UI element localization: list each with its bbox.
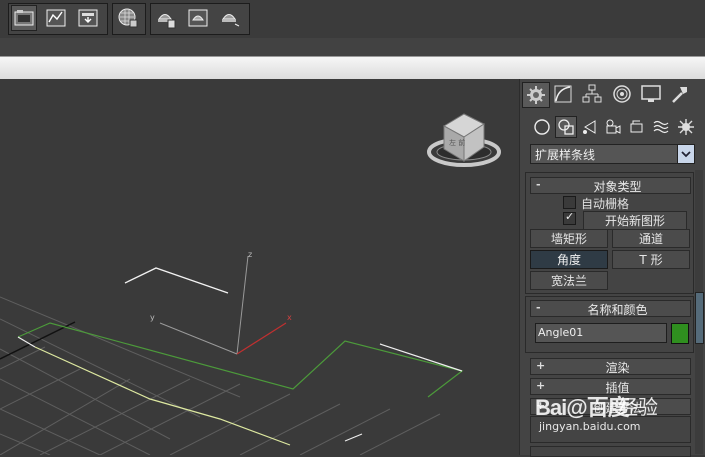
rollout-title: 对象类型 — [593, 180, 642, 194]
lights-icon[interactable] — [580, 117, 600, 137]
axis-y-label: y — [150, 313, 155, 322]
cameras-icon[interactable] — [603, 117, 623, 137]
start-new-shape-checkbox[interactable]: ✓ — [563, 210, 576, 225]
modify-icon[interactable] — [550, 82, 576, 106]
render-production-icon[interactable] — [154, 6, 178, 30]
render-toolbar-group-1 — [8, 3, 108, 35]
category-dropdown[interactable]: 扩展样条线 — [530, 144, 695, 164]
home-grid — [0, 296, 441, 455]
wide-flange-button[interactable]: 宽法兰 — [530, 271, 608, 290]
rendered-frame-window-icon[interactable] — [44, 6, 68, 30]
rollout-expand-sign: + — [536, 359, 546, 372]
motion-icon[interactable] — [609, 82, 635, 106]
scrollbar-thumb[interactable] — [695, 292, 704, 344]
perspective-viewport[interactable]: z x y 左 前 — [0, 79, 519, 455]
start-new-shape-button[interactable]: 开始新图形 — [583, 211, 687, 230]
keyboard-entry-panel — [530, 446, 691, 457]
status-strip — [0, 56, 705, 80]
space-warps-icon[interactable] — [651, 117, 671, 137]
systems-icon[interactable] — [676, 117, 696, 137]
render-to-texture-icon[interactable] — [76, 6, 100, 30]
axis-z-label: z — [248, 250, 252, 259]
channel-button[interactable]: 通道 — [612, 229, 690, 248]
material-editor-icon[interactable] — [116, 6, 140, 30]
shapes-icon[interactable] — [555, 116, 577, 138]
watermark-brand: Bai@百度 — [535, 395, 630, 420]
autogrid-checkbox[interactable] — [563, 196, 576, 209]
display-icon[interactable] — [638, 82, 664, 106]
chevron-down-icon[interactable] — [677, 145, 694, 163]
autogrid-label: 自动栅格 — [581, 197, 630, 211]
viewcube[interactable]: 左 前 — [427, 113, 501, 167]
rollout-title: 渲染 — [605, 361, 630, 375]
category-dropdown-value: 扩展样条线 — [535, 148, 596, 162]
viewcube-face-label: 左 前 — [449, 138, 465, 147]
angle-shape-segment-lower — [34, 346, 291, 446]
rollout-collapse-sign: - — [536, 178, 541, 191]
rollout-collapse-sign: - — [536, 301, 541, 314]
watermark-exp: 经验 — [618, 395, 658, 419]
render-toolbar-group-2 — [112, 3, 146, 35]
object-name-input[interactable]: Angle01 — [535, 323, 667, 343]
main-toolbar — [0, 0, 705, 39]
create-icon[interactable] — [522, 82, 550, 108]
angle-shape-segment-right — [379, 343, 463, 372]
object-color-swatch[interactable] — [671, 323, 689, 344]
name-color-rollout-header[interactable]: - 名称和颜色 — [530, 300, 691, 317]
grid-axis-line — [0, 321, 76, 360]
render-setup-icon[interactable] — [11, 5, 37, 31]
ribbon-bar — [0, 38, 705, 56]
angle-shape-segment-bottom — [344, 433, 363, 442]
utilities-icon[interactable] — [667, 82, 693, 106]
rendering-rollout-header[interactable]: + 渲染 — [530, 358, 691, 375]
checkmark-icon: ✓ — [565, 210, 575, 223]
wall-rectangle-button[interactable]: 墙矩形 — [530, 229, 608, 248]
tee-button[interactable]: T 形 — [612, 250, 690, 269]
rollout-title: 名称和颜色 — [587, 303, 648, 317]
viewport-scene: z x y 左 前 — [0, 113, 501, 455]
transform-gizmo[interactable]: z x y — [150, 250, 292, 355]
object-name-value: Angle01 — [538, 326, 584, 339]
watermark-url: jingyan.baidu.com — [539, 420, 641, 433]
angle-button[interactable]: 角度 — [530, 250, 608, 269]
render-toolbar-group-3 — [150, 3, 250, 35]
preview-angle-outline[interactable] — [124, 267, 229, 294]
helpers-icon[interactable] — [627, 117, 647, 137]
hierarchy-icon[interactable] — [579, 82, 605, 106]
object-type-rollout-header[interactable]: - 对象类型 — [530, 177, 691, 194]
geometry-icon[interactable] — [532, 117, 552, 137]
render-activeshade-icon[interactable] — [218, 6, 242, 30]
axis-x-label: x — [287, 313, 292, 322]
render-iterative-icon[interactable] — [186, 6, 210, 30]
watermark-logo: Bai@百度 经验 jingyan.baidu.com — [535, 388, 685, 436]
